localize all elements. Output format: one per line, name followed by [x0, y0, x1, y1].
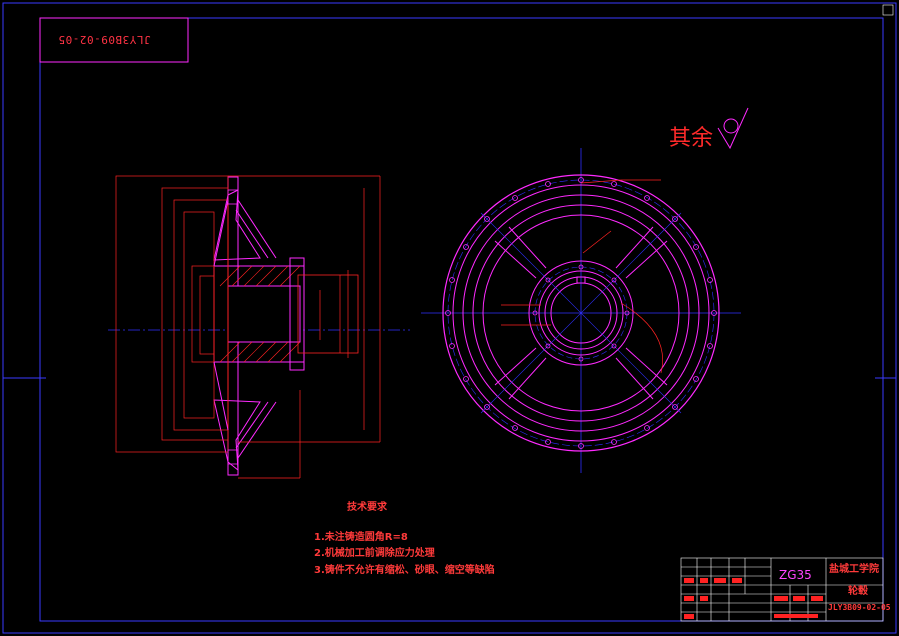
- title-block-material: ZG35: [779, 568, 812, 582]
- section-view: [108, 175, 410, 479]
- title-block-drawing-number: JLY3B09-02-05: [828, 603, 891, 612]
- hub-bore: [227, 285, 301, 343]
- surface-finish-symbol: [717, 107, 749, 150]
- drawing-code-rotated: JLY3B09-02-05: [58, 33, 151, 46]
- corner-mark: [882, 4, 894, 16]
- requirement-item: 2.机械加工前调除应力处理: [314, 548, 435, 559]
- title-block-school: 盐城工学院: [829, 564, 879, 575]
- front-view: [421, 148, 741, 473]
- outer-frame: [2, 2, 897, 634]
- requirement-item: 1.未注铸造圆角R=8: [314, 532, 408, 543]
- technical-requirements-title: 技术要求: [347, 502, 387, 513]
- title-block-part-name: 轮毂: [848, 586, 868, 597]
- web-upper: [213, 189, 261, 261]
- requirement-item: 3.铸件不允许有缩松、砂眼、缩空等缺陷: [314, 565, 495, 576]
- title-block-marks: [684, 578, 823, 619]
- cad-drawing: [2, 2, 897, 634]
- inner-frame: [39, 17, 884, 622]
- surface-roughness-note: 其余: [669, 126, 714, 151]
